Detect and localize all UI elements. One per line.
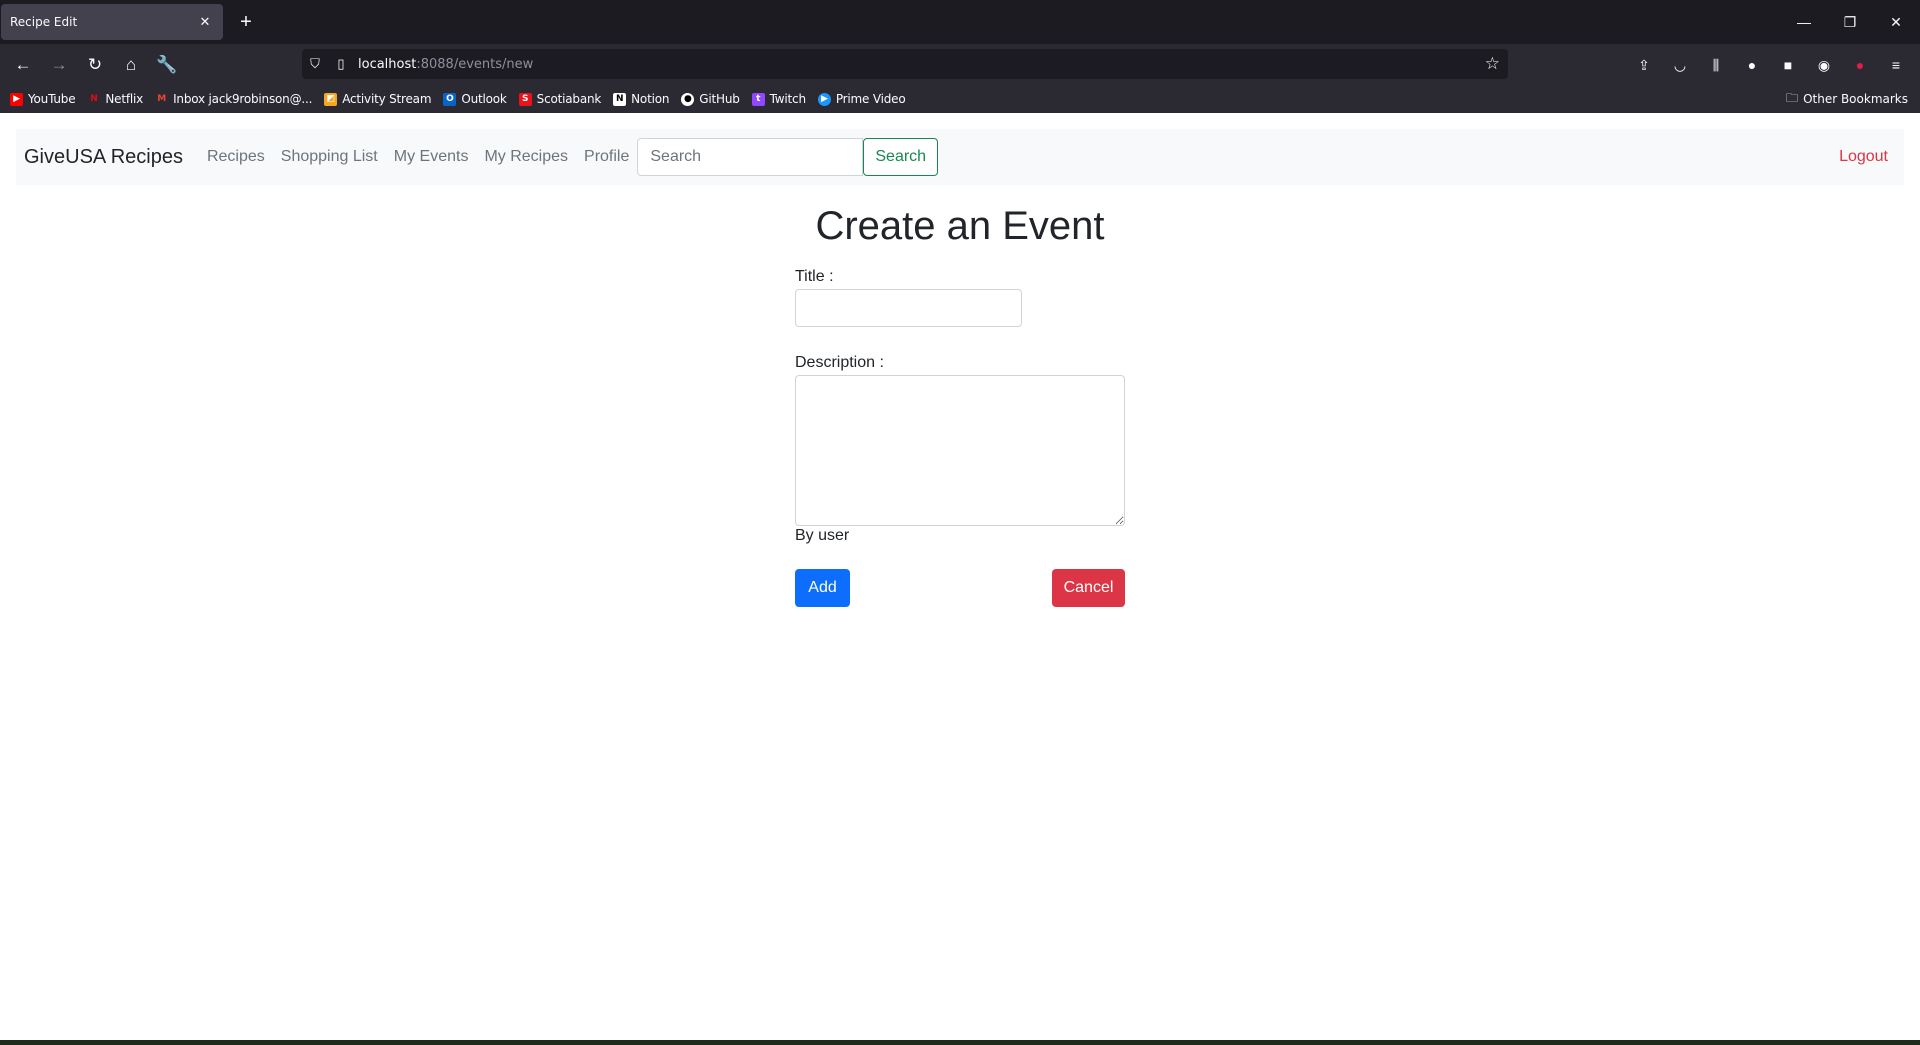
wrench-icon[interactable]: 🔧 xyxy=(152,50,182,80)
url-bar[interactable]: ⛉ ▯ localhost:8088/events/new ☆ xyxy=(302,49,1508,79)
save-to-pocket-icon[interactable]: ⇪ xyxy=(1632,53,1656,77)
by-user-text: By user xyxy=(795,527,850,544)
cancel-button[interactable]: Cancel xyxy=(1052,569,1125,607)
scotiabank-icon: S xyxy=(518,92,532,106)
bookmark-notion[interactable]: N Notion xyxy=(613,92,669,106)
nav-link-profile[interactable]: Profile xyxy=(584,148,629,166)
bookmarks-bar: ▶ YouTube N Netflix M Inbox jack9robinson@.… xyxy=(0,85,1920,113)
description-textarea[interactable] xyxy=(795,375,1125,526)
bookmark-github[interactable]: ● GitHub xyxy=(681,92,740,106)
shield-icon[interactable]: ⛉ xyxy=(302,49,328,79)
bookmark-label: Outlook xyxy=(461,92,507,106)
nav-link-my-recipes[interactable]: My Recipes xyxy=(484,148,568,166)
activity-stream-icon: ◩ xyxy=(324,92,338,106)
bookmark-twitch[interactable]: t Twitch xyxy=(751,92,806,106)
browser-tab-bar: Recipe Edit ✕ + — ❐ ✕ xyxy=(0,0,1920,44)
bookmark-youtube[interactable]: ▶ YouTube xyxy=(10,92,76,106)
bookmark-activity-stream[interactable]: ◩ Activity Stream xyxy=(324,92,432,106)
hamburger-menu-icon[interactable]: ≡ xyxy=(1884,53,1908,77)
bookmark-label: Twitch xyxy=(769,92,806,106)
search-button[interactable]: Search xyxy=(863,138,939,176)
extension-k-icon[interactable]: ■ xyxy=(1776,53,1800,77)
bookmark-outlook[interactable]: O Outlook xyxy=(443,92,507,106)
url-text[interactable]: localhost:8088/events/new xyxy=(358,57,533,72)
bookmark-netflix[interactable]: N Netflix xyxy=(87,92,143,106)
nav-link-my-events[interactable]: My Events xyxy=(394,148,469,166)
home-icon[interactable]: ⌂ xyxy=(116,50,146,80)
taskbar-strip xyxy=(0,1040,1920,1045)
new-tab-icon[interactable]: + xyxy=(232,8,260,36)
window-close-icon[interactable]: ✕ xyxy=(1876,8,1916,36)
minimize-icon[interactable]: — xyxy=(1784,8,1824,36)
extension-lock-icon[interactable]: ● xyxy=(1848,53,1872,77)
bookmark-label: Inbox jack9robinson@... xyxy=(173,92,313,106)
bookmark-label: Scotiabank xyxy=(536,92,602,106)
bookmark-label: YouTube xyxy=(28,92,76,106)
title-label: Title : xyxy=(795,268,834,285)
prime-video-icon: ▶ xyxy=(817,92,831,106)
restore-icon[interactable]: ❐ xyxy=(1830,8,1870,36)
bookmark-prime-video[interactable]: ▶ Prime Video xyxy=(817,92,906,106)
pocket-icon[interactable]: ◡ xyxy=(1668,53,1692,77)
bookmark-label: Activity Stream xyxy=(342,92,432,106)
bookmark-star-icon[interactable]: ☆ xyxy=(1485,49,1500,79)
bookmark-label: GitHub xyxy=(699,92,740,106)
browser-toolbar: ← → ↻ ⌂ 🔧 ⛉ ▯ localhost:8088/events/new … xyxy=(0,44,1920,85)
other-bookmarks[interactable]: 🗀 Other Bookmarks xyxy=(1786,85,1908,113)
password-manager-icon[interactable]: ◉ xyxy=(1812,53,1836,77)
bookmark-label: Prime Video xyxy=(835,92,906,106)
page-icon[interactable]: ▯ xyxy=(328,49,354,79)
url-host: localhost xyxy=(358,56,417,72)
logout-link[interactable]: Logout xyxy=(1839,129,1888,185)
gmail-icon: M xyxy=(157,94,166,104)
tab-close-icon[interactable]: ✕ xyxy=(191,8,219,36)
search-input[interactable] xyxy=(637,138,864,176)
outlook-icon: O xyxy=(443,92,457,106)
bookmark-label: Notion xyxy=(631,92,670,106)
tab-title: Recipe Edit xyxy=(10,15,78,29)
url-path: :8088/events/new xyxy=(416,56,534,72)
youtube-icon: ▶ xyxy=(10,92,23,106)
browser-tab[interactable]: Recipe Edit ✕ xyxy=(1,4,223,40)
bookmark-inbox[interactable]: M Inbox jack9robinson@... xyxy=(155,92,312,106)
site-brand[interactable]: GiveUSA Recipes xyxy=(24,146,183,169)
title-input[interactable] xyxy=(795,289,1022,327)
extension-j-icon[interactable]: ● xyxy=(1740,53,1764,77)
library-icon[interactable]: ⫼ xyxy=(1704,53,1728,77)
other-bookmarks-label: Other Bookmarks xyxy=(1803,92,1908,106)
reload-icon[interactable]: ↻ xyxy=(80,50,110,80)
github-icon: ● xyxy=(681,92,695,106)
page-title: Create an Event xyxy=(815,204,1105,248)
bookmark-label: Netflix xyxy=(105,92,144,106)
add-button[interactable]: Add xyxy=(795,569,850,607)
twitch-icon: t xyxy=(751,92,765,106)
nav-link-shopping-list[interactable]: Shopping List xyxy=(281,148,378,166)
forward-icon[interactable]: → xyxy=(44,50,74,80)
netflix-icon: N xyxy=(90,94,98,104)
notion-icon: N xyxy=(613,92,627,106)
bookmark-scotiabank[interactable]: S Scotiabank xyxy=(518,92,602,106)
nav-link-recipes[interactable]: Recipes xyxy=(207,148,265,166)
site-navbar: GiveUSA Recipes Recipes Shopping List My… xyxy=(16,129,1904,185)
description-label: Description : xyxy=(795,354,884,371)
back-icon[interactable]: ← xyxy=(8,50,38,80)
folder-icon: 🗀 xyxy=(1786,90,1799,105)
